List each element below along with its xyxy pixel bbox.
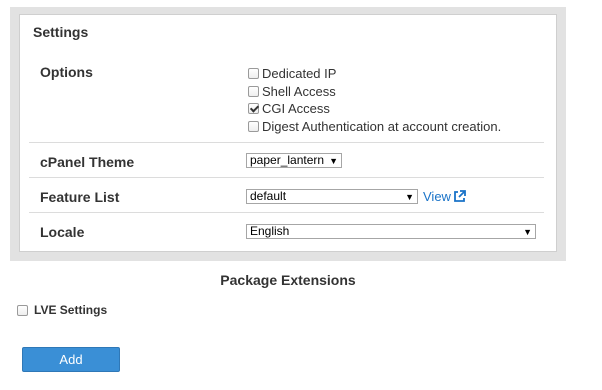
page: Settings Options Dedicated IP Shell Acce…	[0, 0, 602, 390]
dedicated-ip-label: Dedicated IP	[262, 66, 337, 81]
cgi-access-checkbox[interactable]	[248, 103, 259, 114]
lve-settings-checkbox[interactable]	[17, 305, 28, 316]
feature-list-select[interactable]: default ▼	[246, 189, 418, 204]
divider	[29, 177, 544, 178]
view-link-label: View	[423, 189, 451, 204]
dropdown-arrow-icon: ▼	[523, 227, 532, 237]
divider	[29, 212, 544, 213]
cpanel-theme-value: paper_lantern	[250, 153, 325, 167]
locale-label: Locale	[40, 224, 85, 240]
add-button[interactable]: Add	[22, 347, 120, 372]
digest-auth-label: Digest Authentication at account creatio…	[262, 119, 502, 134]
shell-access-label: Shell Access	[262, 84, 336, 99]
lve-settings-label: LVE Settings	[34, 303, 108, 317]
digest-auth-checkbox[interactable]	[248, 121, 259, 132]
external-link-icon	[453, 190, 466, 206]
shell-access-checkbox[interactable]	[248, 86, 259, 97]
cpanel-theme-label: cPanel Theme	[40, 154, 135, 170]
package-extensions-heading: Package Extensions	[220, 272, 356, 288]
cgi-access-label: CGI Access	[262, 101, 330, 116]
settings-title: Settings	[33, 24, 89, 40]
locale-value: English	[250, 224, 290, 238]
dedicated-ip-checkbox[interactable]	[248, 68, 259, 79]
dropdown-arrow-icon: ▼	[405, 192, 414, 202]
feature-list-view-link[interactable]: View	[423, 189, 466, 206]
divider	[29, 142, 544, 143]
dropdown-arrow-icon: ▼	[329, 156, 338, 166]
cpanel-theme-select[interactable]: paper_lantern ▼	[246, 153, 342, 168]
locale-select[interactable]: English ▼	[246, 224, 536, 239]
settings-panel: Settings Options Dedicated IP Shell Acce…	[19, 14, 557, 252]
feature-list-label: Feature List	[40, 189, 120, 205]
options-label: Options	[40, 64, 93, 80]
feature-list-value: default	[250, 189, 287, 203]
